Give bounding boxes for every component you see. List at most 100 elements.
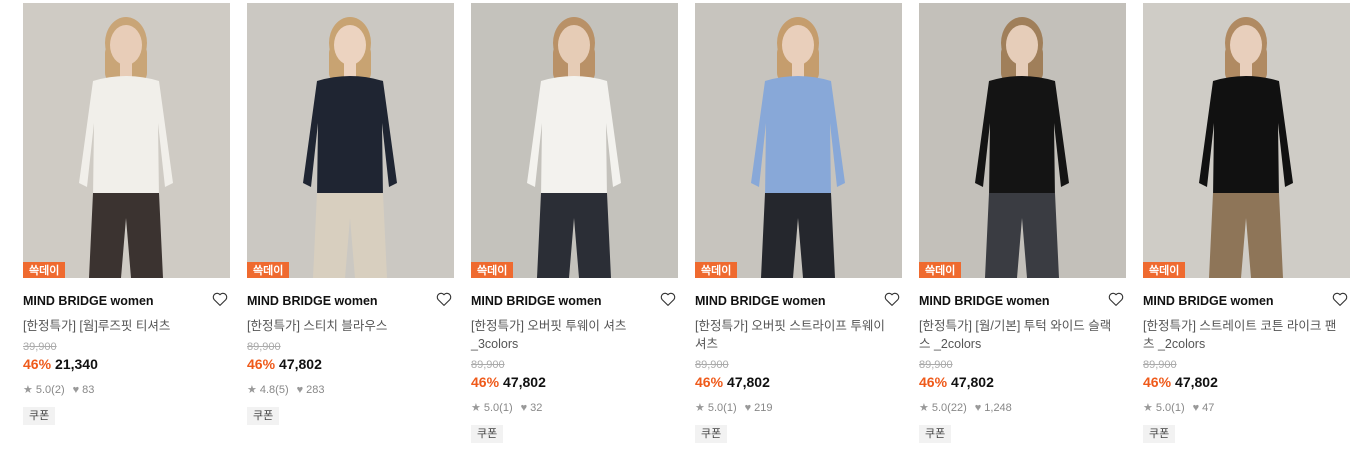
like-count: 1,248	[984, 402, 1012, 414]
discount-rate: 46%	[1143, 374, 1172, 390]
event-badge: 쓱데이	[919, 262, 962, 278]
product-name[interactable]: [한정특가] 오버핏 투웨이 셔츠 _3colors	[471, 317, 666, 353]
original-price: 39,900	[23, 341, 57, 353]
coupon-tag[interactable]: 쿠폰	[919, 425, 952, 443]
product-name[interactable]: [한정특가] [웜]루즈핏 티셔츠	[23, 317, 218, 335]
review-meta: ★ 5.0 (2) ♥ 83	[23, 383, 230, 397]
like-count: 283	[306, 384, 325, 396]
product-name[interactable]: [한정특가] [웜/기본] 투턱 와이드 슬랙스 _2colors	[919, 317, 1114, 353]
review-meta: ★ 5.0 (1) ♥ 32	[471, 401, 678, 415]
product-image[interactable]: 쓱데이	[1143, 3, 1350, 278]
wishlist-heart-icon[interactable]	[1331, 290, 1349, 308]
product-name[interactable]: [한정특가] 스트레이트 코튼 라이크 팬츠 _2colors	[1143, 317, 1338, 353]
original-price: 89,900	[247, 341, 281, 353]
product-card-3[interactable]: 쓱데이 MIND BRIDGE women [한정특가] 오버핏 투웨이 셔츠 …	[471, 3, 678, 443]
wishlist-heart-icon[interactable]	[435, 290, 453, 308]
like-heart-icon: ♥	[974, 402, 982, 414]
event-badge: 쓱데이	[247, 262, 290, 278]
product-card-2[interactable]: 쓱데이 MIND BRIDGE women [한정특가] 스티치 블라우스 89…	[247, 3, 454, 425]
star-icon: ★	[695, 402, 705, 414]
brand-name[interactable]: MIND BRIDGE women	[919, 293, 1126, 309]
star-icon: ★	[23, 384, 33, 396]
product-grid: 쓱데이 MIND BRIDGE women [한정특가] [웜]루즈핏 티셔츠 …	[0, 0, 1363, 456]
coupon-tag[interactable]: 쿠폰	[1143, 425, 1176, 443]
sale-price: 47,802	[1175, 374, 1218, 390]
event-badge: 쓱데이	[471, 262, 514, 278]
review-count: (1)	[499, 402, 513, 414]
product-image[interactable]: 쓱데이	[695, 3, 902, 278]
discount-rate: 46%	[23, 356, 52, 372]
price-row: 46% 47,802	[1143, 373, 1350, 391]
product-name[interactable]: [한정특가] 오버핏 스트라이프 투웨이 셔츠	[695, 317, 890, 353]
review-meta: ★ 5.0 (1) ♥ 219	[695, 401, 902, 415]
brand-name[interactable]: MIND BRIDGE women	[695, 293, 902, 309]
like-heart-icon: ♥	[1192, 402, 1200, 414]
like-heart-icon: ♥	[296, 384, 304, 396]
coupon-tag[interactable]: 쿠폰	[23, 407, 56, 425]
rating-value: 5.0	[35, 384, 52, 396]
coupon-tag[interactable]: 쿠폰	[695, 425, 728, 443]
coupon-tag[interactable]: 쿠폰	[247, 407, 280, 425]
product-image[interactable]: 쓱데이	[23, 3, 230, 278]
like-count: 83	[82, 384, 95, 396]
discount-rate: 46%	[919, 374, 948, 390]
star-icon: ★	[919, 402, 929, 414]
rating-value: 5.0	[1155, 402, 1172, 414]
price-row: 46% 21,340	[23, 355, 230, 373]
wishlist-heart-icon[interactable]	[1107, 290, 1125, 308]
price-row: 46% 47,802	[247, 355, 454, 373]
wishlist-heart-icon[interactable]	[883, 290, 901, 308]
coupon-tag[interactable]: 쿠폰	[471, 425, 504, 443]
wishlist-heart-icon[interactable]	[211, 290, 229, 308]
product-card-1[interactable]: 쓱데이 MIND BRIDGE women [한정특가] [웜]루즈핏 티셔츠 …	[23, 3, 230, 425]
review-meta: ★ 4.8 (5) ♥ 283	[247, 383, 454, 397]
like-heart-icon: ♥	[744, 402, 752, 414]
event-badge: 쓱데이	[1143, 262, 1186, 278]
like-heart-icon: ♥	[520, 402, 528, 414]
brand-name[interactable]: MIND BRIDGE women	[23, 293, 230, 309]
price-row: 46% 47,802	[695, 373, 902, 391]
original-price: 89,900	[471, 359, 505, 371]
rating-value: 5.0	[707, 402, 724, 414]
original-price: 89,900	[1143, 359, 1177, 371]
product-photo-illustration	[919, 3, 1126, 278]
product-card-5[interactable]: 쓱데이 MIND BRIDGE women [한정특가] [웜/기본] 투턱 와…	[919, 3, 1126, 443]
review-meta: ★ 5.0 (22) ♥ 1,248	[919, 401, 1126, 415]
discount-rate: 46%	[471, 374, 500, 390]
product-image[interactable]: 쓱데이	[919, 3, 1126, 278]
like-heart-icon: ♥	[72, 384, 80, 396]
sale-price: 47,802	[951, 374, 994, 390]
product-image[interactable]: 쓱데이	[471, 3, 678, 278]
review-meta: ★ 5.0 (1) ♥ 47	[1143, 401, 1350, 415]
product-card-4[interactable]: 쓱데이 MIND BRIDGE women [한정특가] 오버핏 스트라이프 투…	[695, 3, 902, 443]
original-price: 89,900	[695, 359, 729, 371]
product-photo-illustration	[1143, 3, 1350, 278]
rating-value: 5.0	[483, 402, 500, 414]
sale-price: 21,340	[55, 356, 98, 372]
sale-price: 47,802	[503, 374, 546, 390]
star-icon: ★	[1143, 402, 1153, 414]
brand-name[interactable]: MIND BRIDGE women	[471, 293, 678, 309]
product-photo-illustration	[23, 3, 230, 278]
brand-name[interactable]: MIND BRIDGE women	[1143, 293, 1350, 309]
price-row: 46% 47,802	[471, 373, 678, 391]
product-photo-illustration	[471, 3, 678, 278]
star-icon: ★	[471, 402, 481, 414]
sale-price: 47,802	[727, 374, 770, 390]
product-image[interactable]: 쓱데이	[247, 3, 454, 278]
product-photo-illustration	[695, 3, 902, 278]
rating-value: 4.8	[259, 384, 276, 396]
product-name[interactable]: [한정특가] 스티치 블라우스	[247, 317, 442, 335]
product-card-6[interactable]: 쓱데이 MIND BRIDGE women [한정특가] 스트레이트 코튼 라이…	[1143, 3, 1350, 443]
discount-rate: 46%	[695, 374, 724, 390]
review-count: (1)	[1171, 402, 1185, 414]
review-count: (1)	[723, 402, 737, 414]
brand-name[interactable]: MIND BRIDGE women	[247, 293, 454, 309]
rating-value: 5.0	[931, 402, 948, 414]
review-count: (5)	[275, 384, 289, 396]
wishlist-heart-icon[interactable]	[659, 290, 677, 308]
star-icon: ★	[247, 384, 257, 396]
event-badge: 쓱데이	[695, 262, 738, 278]
review-count: (2)	[51, 384, 65, 396]
like-count: 32	[530, 402, 543, 414]
